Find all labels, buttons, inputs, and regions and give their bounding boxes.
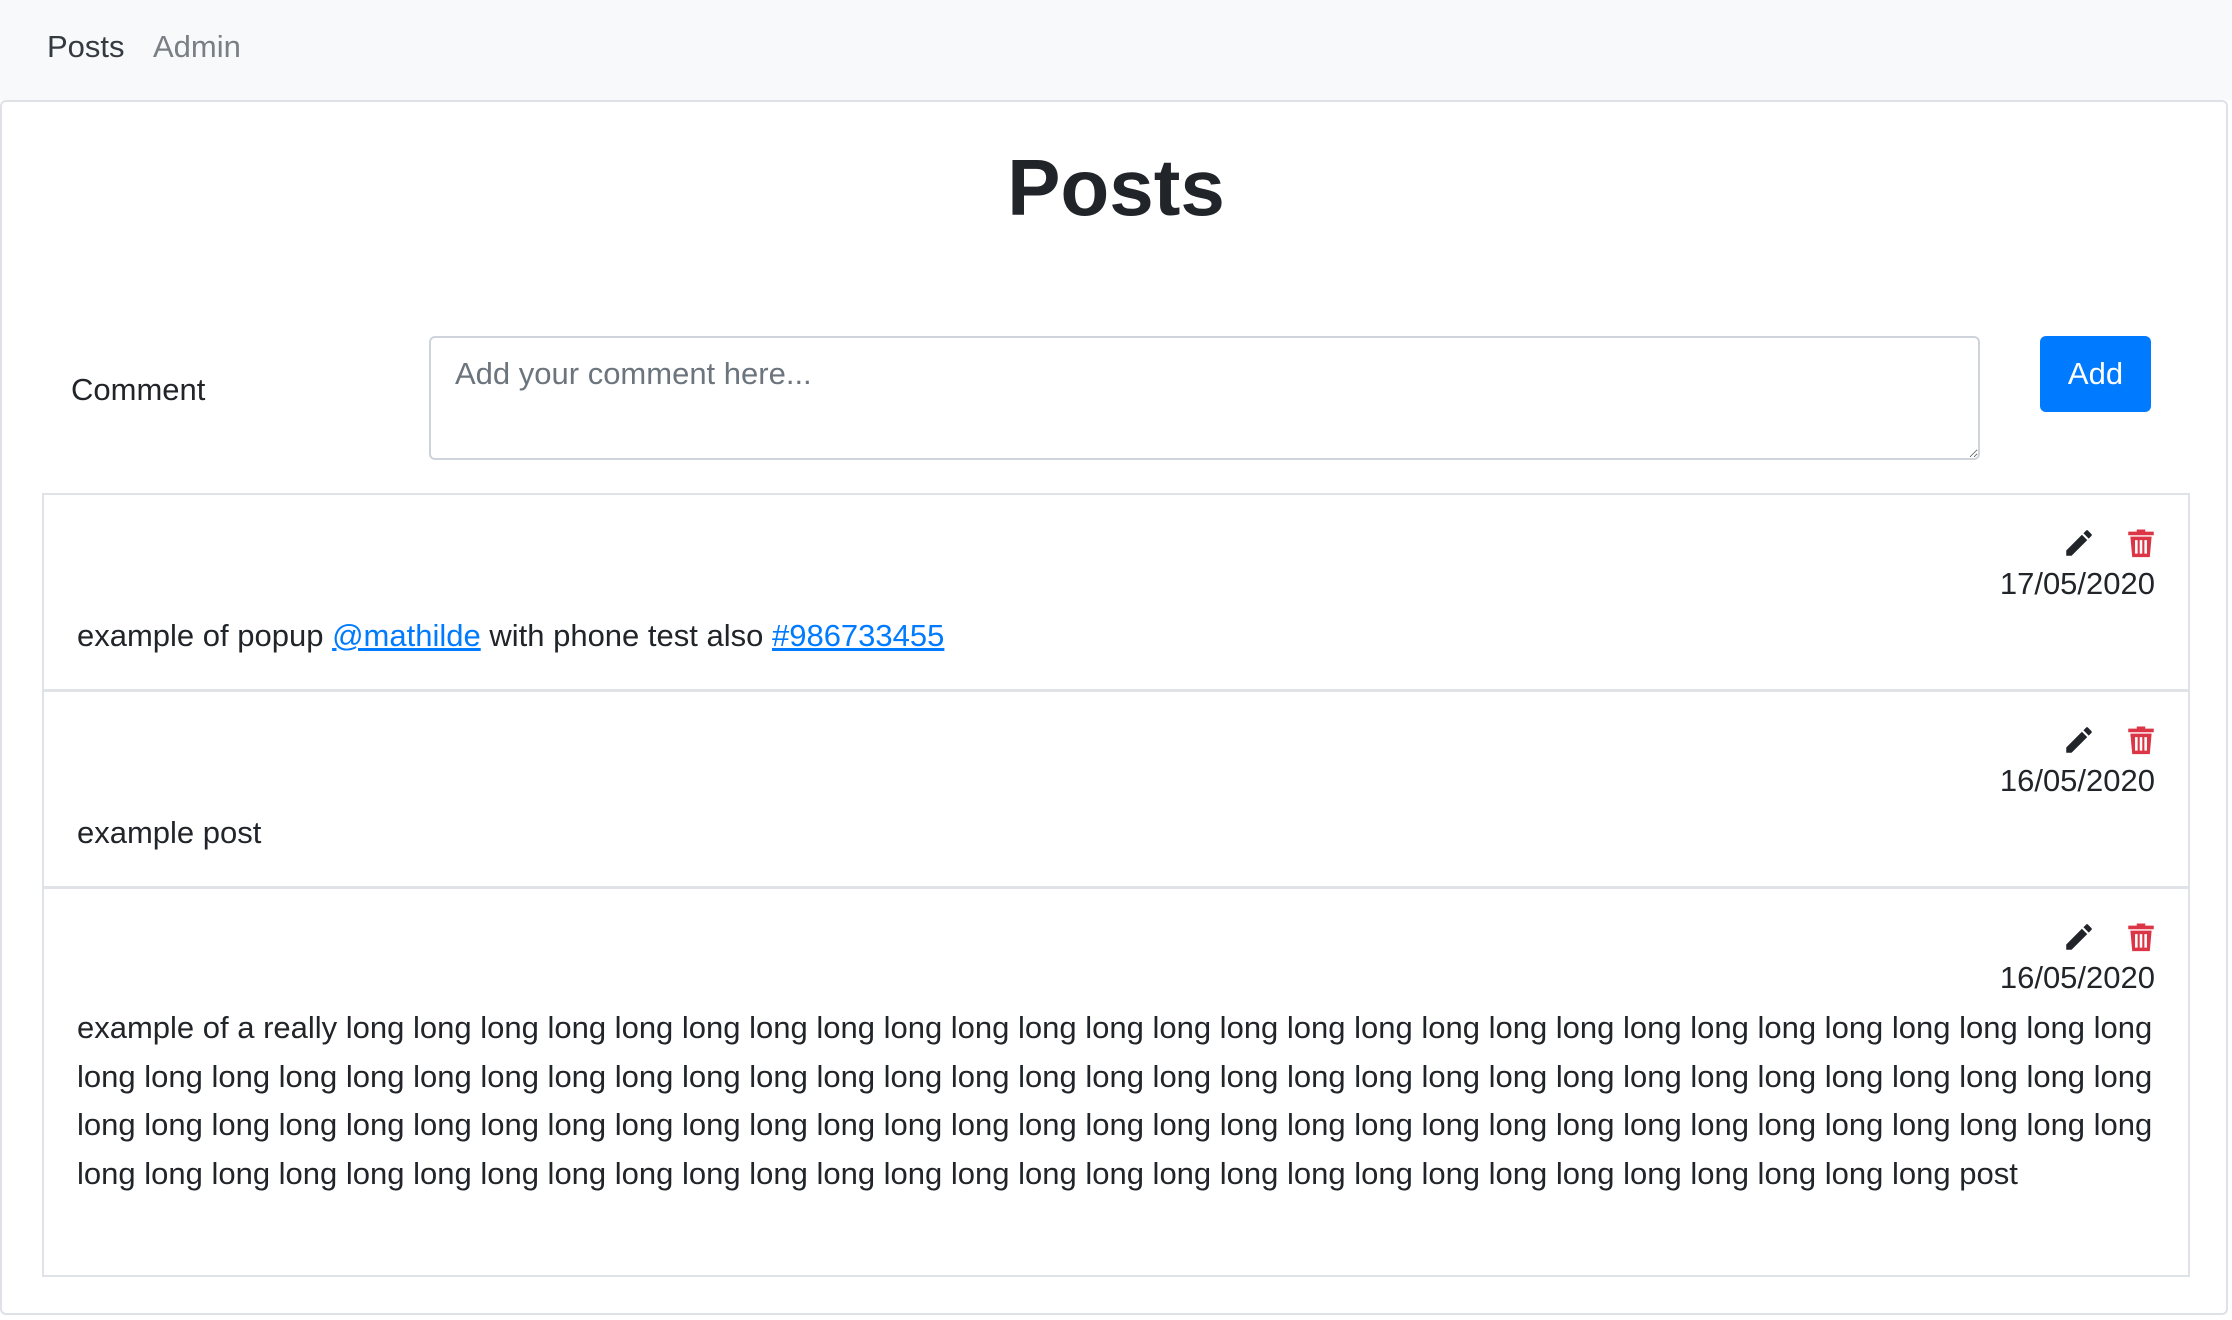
- post-actions: [2062, 523, 2158, 563]
- trash-icon[interactable]: [2124, 919, 2158, 955]
- comment-label: Comment: [71, 372, 206, 407]
- mention-link[interactable]: @mathilde: [332, 618, 481, 653]
- nav-link-admin[interactable]: Admin: [153, 28, 241, 66]
- post-date: 16/05/2020: [1999, 763, 2155, 798]
- post-item: 16/05/2020 example post: [42, 690, 2190, 888]
- nav-link-posts[interactable]: Posts: [47, 28, 125, 66]
- post-text: example of a really long long long long …: [77, 1010, 2153, 1191]
- post-item: 16/05/2020 example of a really long long…: [42, 887, 2190, 1277]
- pencil-icon[interactable]: [2062, 525, 2096, 561]
- post-date: 17/05/2020: [1999, 566, 2155, 601]
- post-text-part: example of popup: [77, 618, 333, 653]
- post-actions: [2062, 720, 2158, 760]
- page-title: Posts: [1007, 143, 1225, 232]
- post-text-part: with phone test also: [480, 618, 772, 653]
- post-text: example of popup @mathilde with phone te…: [77, 612, 2157, 661]
- pencil-icon[interactable]: [2062, 722, 2096, 758]
- trash-icon[interactable]: [2124, 525, 2158, 561]
- hashtag-link[interactable]: #986733455: [772, 618, 944, 653]
- post-actions: [2062, 917, 2158, 957]
- trash-icon[interactable]: [2124, 722, 2158, 758]
- add-button[interactable]: Add: [2040, 336, 2151, 412]
- pencil-icon[interactable]: [2062, 919, 2096, 955]
- navbar: Posts Admin: [0, 0, 2232, 100]
- post-text: example post: [77, 815, 262, 850]
- comment-input[interactable]: [429, 336, 1980, 460]
- post-item: 17/05/2020 example of popup @mathilde wi…: [42, 493, 2190, 691]
- post-date: 16/05/2020: [1999, 960, 2155, 995]
